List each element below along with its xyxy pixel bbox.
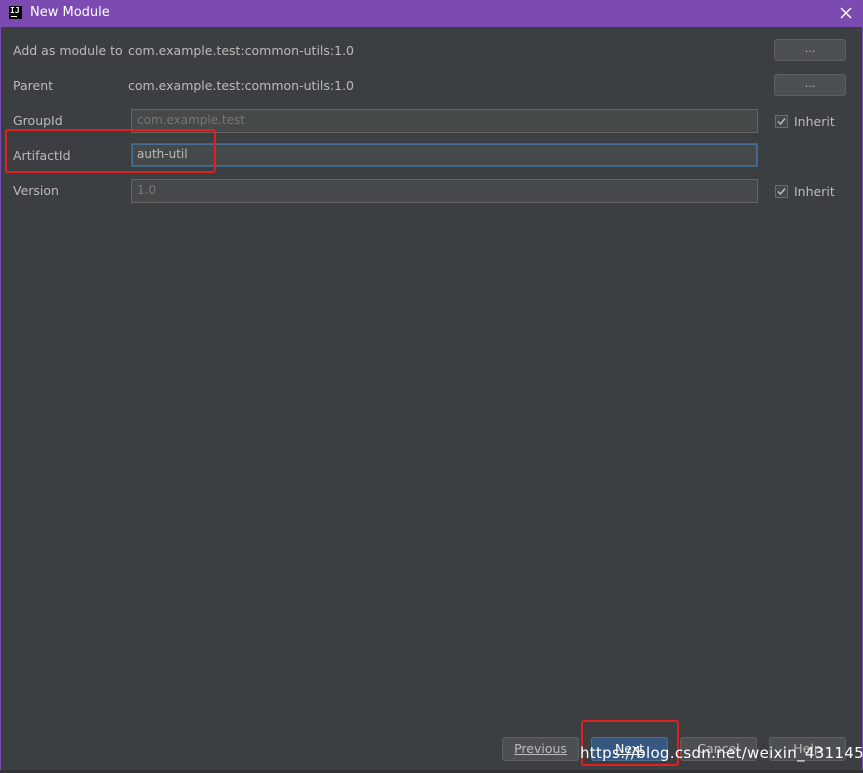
add-as-module-value: com.example.test:common-utils:1.0: [128, 43, 354, 58]
previous-button-label: Previous: [514, 741, 567, 756]
version-inherit-label: Inherit: [794, 184, 835, 199]
title-bar: IJ New Module: [0, 0, 863, 27]
window-title: New Module: [30, 5, 110, 20]
groupid-inherit-label: Inherit: [794, 114, 835, 129]
version-label: Version: [13, 183, 59, 198]
add-as-module-label: Add as module to: [13, 43, 123, 58]
parent-value: com.example.test:common-utils:1.0: [128, 78, 354, 93]
checkmark-icon: [777, 188, 786, 196]
version-inherit-checkbox[interactable]: [775, 185, 788, 198]
groupid-field[interactable]: com.example.test: [131, 109, 758, 133]
watermark-text: https://blog.csdn.net/weixin_43114582: [580, 744, 863, 762]
parent-browse-button[interactable]: ...: [774, 74, 846, 96]
artifactid-field[interactable]: auth-util: [131, 143, 758, 167]
window-frame-left: [0, 27, 1, 773]
groupid-label: GroupId: [13, 113, 63, 128]
checkmark-icon: [777, 118, 786, 126]
groupid-inherit-checkbox[interactable]: [775, 115, 788, 128]
parent-label: Parent: [13, 78, 54, 93]
add-as-module-browse-button[interactable]: ...: [774, 39, 846, 61]
previous-button[interactable]: Previous: [502, 737, 579, 761]
artifactid-highlight-box: [5, 129, 216, 173]
version-field[interactable]: 1.0: [131, 179, 758, 203]
close-icon[interactable]: [836, 3, 856, 23]
intellij-app-icon: IJ: [9, 6, 22, 19]
